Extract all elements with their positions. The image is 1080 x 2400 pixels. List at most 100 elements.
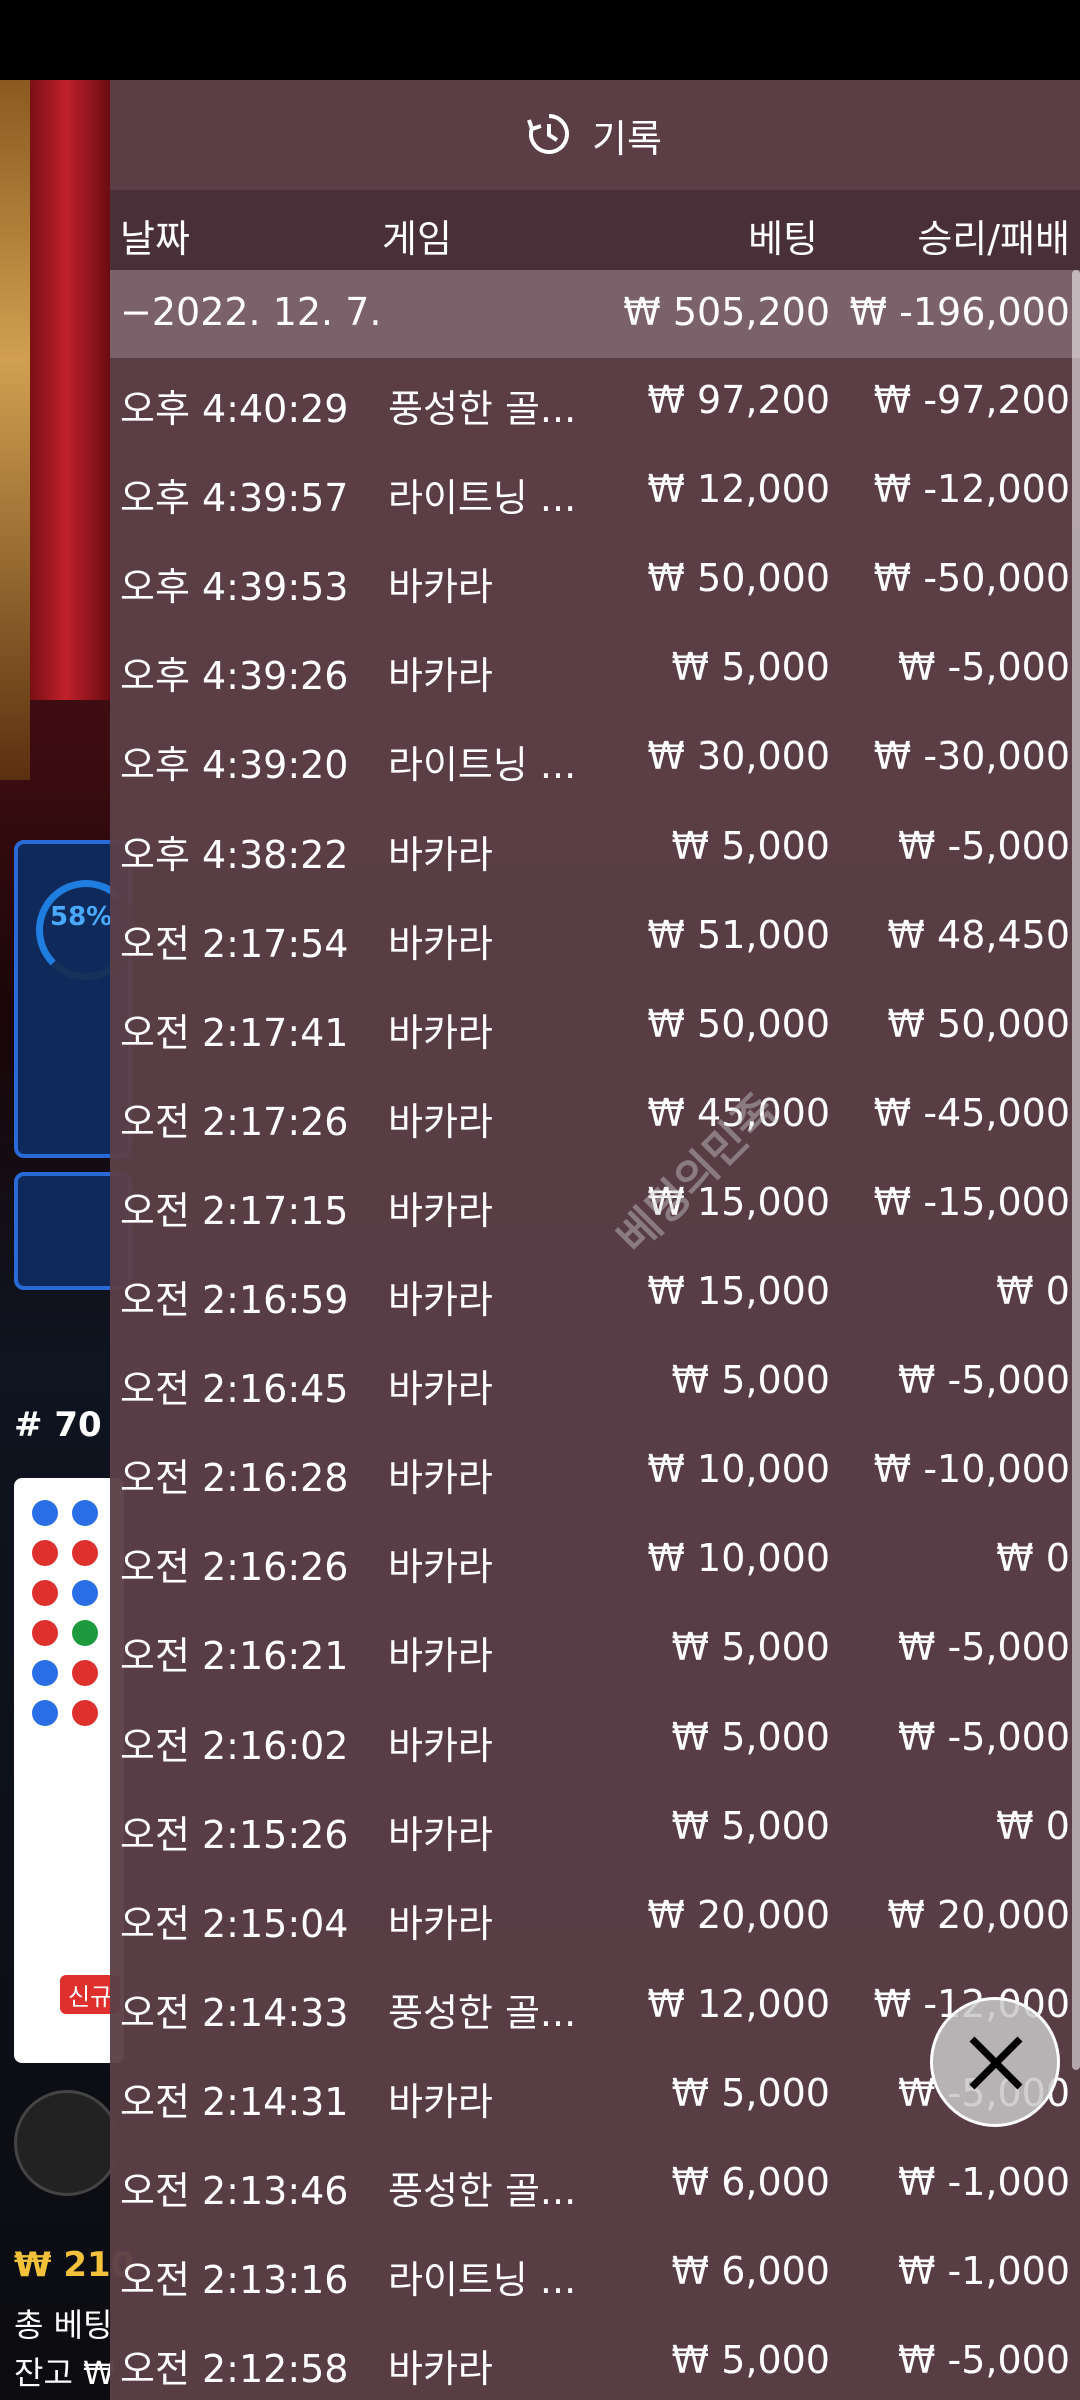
panel-title: 기록: [592, 117, 662, 161]
close-button[interactable]: [930, 1997, 1060, 2127]
row-time: 오전 2:14:33: [120, 1990, 349, 2035]
row-time: 오전 2:16:59: [120, 1278, 349, 1322]
road-dot: [72, 1620, 98, 1646]
panel-header: 기록: [110, 80, 1080, 190]
row-bet: ₩ 97,200: [647, 378, 830, 422]
road-dot: [32, 1620, 58, 1646]
road-dot: [32, 1580, 58, 1606]
row-game: 바카라: [388, 1901, 493, 1946]
date-group-date: −2022. 12. 7.: [120, 290, 382, 334]
round-number: # 70: [14, 1405, 102, 1445]
column-bet: 베팅: [748, 217, 818, 261]
row-bet: ₩ 12,000: [647, 1981, 830, 2026]
history-row: 오전 2:13:16 라이트닝 ... ₩ 6,000 ₩ -1,000: [110, 2229, 1080, 2318]
row-game: 바카라: [388, 1188, 493, 1233]
row-bet: ₩ 5,000: [671, 1714, 830, 1759]
row-result: ₩ -30,000: [873, 734, 1070, 779]
progress-percent: 58%: [50, 902, 113, 932]
history-row: 오전 2:16:21 바카라 ₩ 5,000 ₩ -5,000: [110, 1605, 1080, 1694]
row-bet: ₩ 5,000: [671, 2070, 830, 2115]
row-time: 오후 4:39:20: [120, 743, 349, 788]
history-row: 오전 2:16:02 바카라 ₩ 5,000 ₩ -5,000: [110, 1695, 1080, 1784]
row-game: 풍성한 골...: [388, 2169, 577, 2213]
history-row: 오후 4:39:53 바카라 ₩ 50,000 ₩ -50,000: [110, 536, 1080, 625]
column-date: 날짜: [120, 217, 190, 261]
history-row: 오후 4:39:26 바카라 ₩ 5,000 ₩ -5,000: [110, 625, 1080, 714]
row-game: 바카라: [388, 1456, 493, 1501]
row-result: ₩ 50,000: [887, 1001, 1070, 1046]
row-game: 라이트닝 ...: [388, 2258, 577, 2303]
row-time: 오전 2:17:54: [120, 921, 349, 966]
row-game: 바카라: [388, 654, 493, 699]
row-result: ₩ -12,000: [873, 467, 1070, 512]
history-row: 오전 2:16:59 바카라 ₩ 15,000 ₩ 0: [110, 1249, 1080, 1338]
row-result: ₩ 48,450: [887, 912, 1070, 957]
history-row: 오후 4:38:22 바카라 ₩ 5,000 ₩ -5,000: [110, 804, 1080, 893]
row-game: 바카라: [388, 1634, 493, 1679]
row-result: ₩ -15,000: [873, 1179, 1070, 1224]
row-bet: ₩ 12,000: [647, 467, 830, 512]
road-dot: [32, 1700, 58, 1726]
row-game: 바카라: [388, 1545, 493, 1590]
road-dot: [72, 1540, 98, 1566]
row-bet: ₩ 51,000: [647, 912, 830, 957]
row-result: ₩ -1,000: [897, 2160, 1070, 2204]
road-dot: [72, 1580, 98, 1606]
date-group-result: ₩ -196,000: [849, 290, 1070, 334]
road-dot: [32, 1500, 58, 1526]
row-result: ₩ -5,000: [897, 1625, 1070, 1670]
column-game: 게임: [382, 217, 452, 261]
road-dot: [32, 1660, 58, 1686]
chip-button: [14, 2090, 120, 2196]
row-bet: ₩ 15,000: [647, 1269, 830, 1313]
scrollbar[interactable]: [1072, 270, 1080, 2070]
row-bet: ₩ 10,000: [647, 1447, 830, 1492]
history-row: 오전 2:15:26 바카라 ₩ 5,000 ₩ 0: [110, 1784, 1080, 1873]
row-bet: ₩ 5,000: [671, 645, 830, 690]
history-row: 오전 2:17:41 바카라 ₩ 50,000 ₩ 50,000: [110, 982, 1080, 1071]
row-time: 오후 4:39:53: [120, 565, 349, 610]
row-game: 풍성한 골...: [388, 1990, 577, 2035]
road-dot: [72, 1700, 98, 1726]
row-game: 바카라: [388, 921, 493, 966]
row-result: ₩ 0: [996, 1269, 1070, 1313]
history-row: 오후 4:39:57 라이트닝 ... ₩ 12,000 ₩ -12,000: [110, 447, 1080, 536]
row-result: ₩ -5,000: [897, 2338, 1070, 2383]
row-result: ₩ -45,000: [873, 1090, 1070, 1135]
row-time: 오전 2:12:58: [120, 2347, 349, 2392]
row-result: ₩ -1,000: [897, 2249, 1070, 2294]
history-row: 오전 2:16:28 바카라 ₩ 10,000 ₩ -10,000: [110, 1427, 1080, 1516]
row-bet: ₩ 50,000: [647, 556, 830, 601]
row-result: ₩ -10,000: [873, 1447, 1070, 1492]
history-row: 오전 2:17:26 바카라 ₩ 45,000 ₩ -45,000: [110, 1071, 1080, 1160]
column-result: 승리/패배: [917, 217, 1070, 261]
road-dot: [32, 1540, 58, 1566]
history-icon: [527, 114, 569, 154]
row-game: 바카라: [388, 1812, 493, 1857]
row-bet: ₩ 50,000: [647, 1001, 830, 1046]
row-bet: ₩ 6,000: [671, 2160, 830, 2204]
row-bet: ₩ 20,000: [647, 1892, 830, 1937]
history-row: 오전 2:15:04 바카라 ₩ 20,000 ₩ 20,000: [110, 1873, 1080, 1962]
row-bet: ₩ 10,000: [647, 1536, 830, 1581]
date-group-header[interactable]: −2022. 12. 7. ₩ 505,200 ₩ -196,000: [110, 270, 1080, 358]
row-result: ₩ -5,000: [897, 823, 1070, 868]
row-result: ₩ 0: [996, 1803, 1070, 1848]
row-time: 오후 4:38:22: [120, 832, 349, 877]
row-game: 바카라: [388, 1367, 493, 1412]
status-bar: [0, 0, 1080, 80]
row-game: 바카라: [388, 1099, 493, 1144]
row-bet: ₩ 30,000: [647, 734, 830, 779]
row-time: 오전 2:13:46: [120, 2169, 349, 2213]
history-row: 오전 2:12:58 바카라 ₩ 5,000 ₩ -5,000: [110, 2318, 1080, 2400]
history-row: 오후 4:39:20 라이트닝 ... ₩ 30,000 ₩ -30,000: [110, 714, 1080, 803]
date-group-bet: ₩ 505,200: [623, 290, 830, 334]
row-result: ₩ 0: [996, 1536, 1070, 1581]
row-game: 바카라: [388, 1723, 493, 1768]
row-time: 오전 2:17:26: [120, 1099, 349, 1144]
row-time: 오전 2:13:16: [120, 2258, 349, 2303]
row-time: 오전 2:16:21: [120, 1634, 349, 1679]
total-bet-label: 총 베팅: [14, 2306, 113, 2344]
row-game: 바카라: [388, 2079, 493, 2124]
row-result: ₩ -97,200: [873, 378, 1070, 422]
